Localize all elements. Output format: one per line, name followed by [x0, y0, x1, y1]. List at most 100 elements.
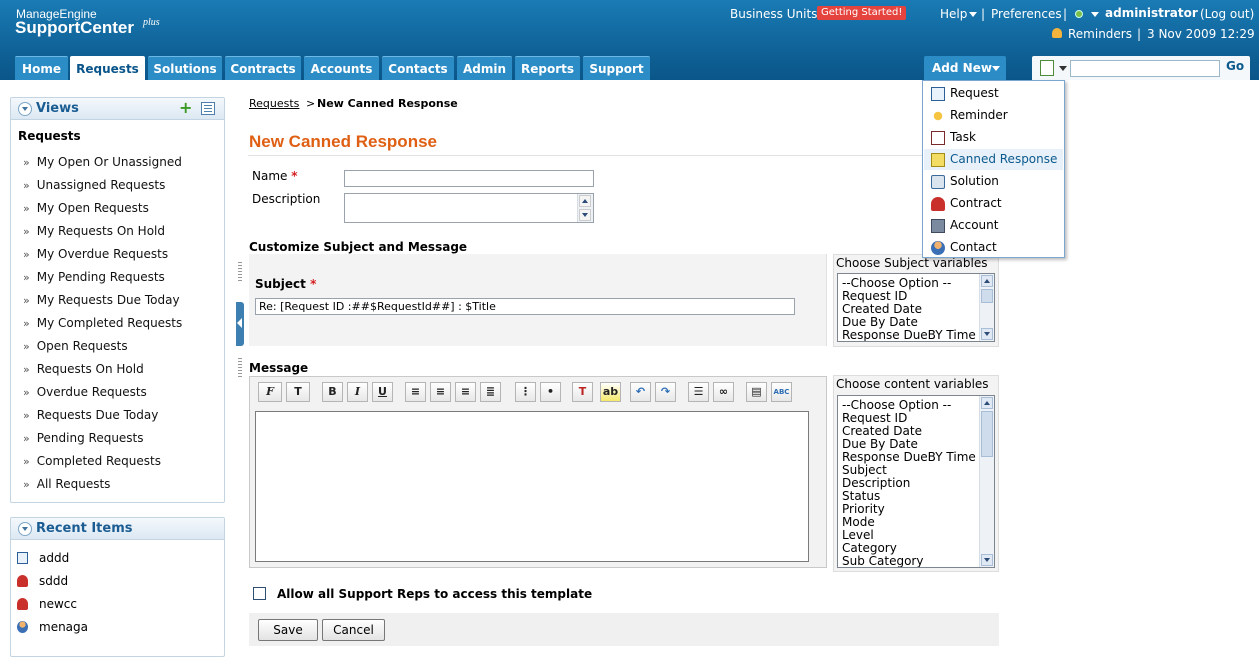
- tab-solutions[interactable]: Solutions: [148, 56, 222, 80]
- collapse-icon[interactable]: [18, 102, 32, 116]
- logout-link[interactable]: (Log out): [1200, 7, 1254, 21]
- cancel-button[interactable]: Cancel: [322, 619, 385, 641]
- view-item[interactable]: » My Requests On Hold: [23, 224, 165, 238]
- undo-icon[interactable]: ↶: [630, 382, 651, 402]
- preferences-link[interactable]: Preferences: [991, 7, 1062, 21]
- add-view-icon[interactable]: +: [179, 100, 192, 116]
- variable-option[interactable]: Response DueBY Time: [842, 329, 976, 342]
- tab-reports[interactable]: Reports: [515, 56, 580, 80]
- font-size-button[interactable]: T: [286, 382, 310, 402]
- breadcrumb-requests-link[interactable]: Requests: [249, 97, 299, 110]
- brand-logo[interactable]: SupportCenter: [15, 18, 134, 38]
- bullet-list-icon[interactable]: •: [540, 382, 561, 402]
- justify-icon[interactable]: ≣: [480, 382, 501, 402]
- add-new-menu-item[interactable]: Request: [924, 83, 1063, 104]
- splitter-grip[interactable]: [238, 358, 242, 378]
- highlight-icon[interactable]: ab: [600, 382, 621, 402]
- horizontal-rule-icon[interactable]: ☰: [688, 382, 709, 402]
- recent-item[interactable]: sddd: [17, 574, 68, 588]
- go-button[interactable]: Go: [1226, 59, 1244, 73]
- view-item[interactable]: » Unassigned Requests: [23, 178, 165, 192]
- view-item[interactable]: » My Pending Requests: [23, 270, 165, 284]
- add-new-menu-item[interactable]: Reminder: [924, 105, 1063, 126]
- add-new-menu-item[interactable]: Account: [924, 215, 1063, 236]
- tab-home[interactable]: Home: [15, 56, 68, 80]
- chevron-right-icon: »: [23, 248, 30, 261]
- getting-started-badge[interactable]: Getting Started!: [817, 6, 907, 20]
- view-item[interactable]: » My Requests Due Today: [23, 293, 180, 307]
- new-document-icon[interactable]: [1040, 60, 1054, 76]
- user-name[interactable]: administrator: [1105, 6, 1198, 20]
- italic-button[interactable]: I: [347, 382, 368, 402]
- business-units-link[interactable]: Business Units: [730, 7, 817, 21]
- user-menu-caret-icon[interactable]: [1091, 12, 1099, 17]
- description-scrollbar[interactable]: [577, 194, 593, 222]
- redo-icon[interactable]: ↷: [655, 382, 676, 402]
- add-new-menu-item[interactable]: Contact: [924, 237, 1063, 258]
- view-item[interactable]: » Completed Requests: [23, 454, 161, 468]
- tab-accounts[interactable]: Accounts: [304, 56, 379, 80]
- variable-option[interactable]: Sub Category: [842, 555, 923, 568]
- subject-variables-list[interactable]: --Choose Option -- Request ID Created Date…: [837, 273, 995, 342]
- tab-support[interactable]: Support: [583, 56, 650, 80]
- view-item[interactable]: » Overdue Requests: [23, 385, 147, 399]
- add-new-menu-item[interactable]: Canned Response: [924, 149, 1063, 170]
- add-new-menu-item[interactable]: Task: [924, 127, 1063, 148]
- collapse-sidebar-icon[interactable]: [236, 302, 244, 346]
- tab-requests[interactable]: Requests: [70, 56, 145, 80]
- subject-input[interactable]: [255, 298, 795, 315]
- reminders-link[interactable]: Reminders: [1068, 27, 1132, 41]
- recent-item[interactable]: addd: [17, 551, 69, 565]
- underline-button[interactable]: U: [372, 382, 393, 402]
- content-variables-list[interactable]: --Choose Option -- Request ID Created Date…: [837, 395, 995, 568]
- tab-contracts[interactable]: Contracts: [225, 56, 301, 80]
- quick-search-input[interactable]: [1070, 60, 1220, 77]
- view-item[interactable]: » My Overdue Requests: [23, 247, 168, 261]
- add-new-menu-item[interactable]: Contract: [924, 193, 1063, 214]
- reminder-icon: [931, 109, 945, 123]
- paste-icon[interactable]: ▤: [746, 382, 767, 402]
- content-variables-scrollbar[interactable]: [979, 396, 994, 567]
- view-item[interactable]: » Pending Requests: [23, 431, 144, 445]
- view-item[interactable]: » All Requests: [23, 477, 110, 491]
- name-input[interactable]: [344, 170, 594, 187]
- add-new-button[interactable]: Add New: [924, 56, 1006, 80]
- recent-item[interactable]: menaga: [17, 620, 88, 634]
- allow-all-checkbox[interactable]: [253, 587, 266, 600]
- view-item[interactable]: » Requests On Hold: [23, 362, 144, 376]
- numbered-list-icon[interactable]: ⋮: [515, 382, 536, 402]
- view-item-label: Pending Requests: [36, 431, 144, 445]
- brand-sup: plus: [143, 17, 160, 28]
- view-item[interactable]: » Requests Due Today: [23, 408, 158, 422]
- description-textarea[interactable]: [344, 193, 594, 223]
- view-item[interactable]: » My Completed Requests: [23, 316, 182, 330]
- view-item[interactable]: » My Open Or Unassigned: [23, 155, 182, 169]
- name-label: Name *: [252, 169, 298, 183]
- manage-views-icon[interactable]: [201, 102, 215, 115]
- quick-create-caret-icon[interactable]: [1059, 66, 1067, 71]
- link-icon[interactable]: ∞: [713, 382, 734, 402]
- bell-icon[interactable]: [1052, 28, 1062, 38]
- help-caret-icon[interactable]: [969, 12, 977, 17]
- view-item[interactable]: » My Open Requests: [23, 201, 149, 215]
- text-color-icon[interactable]: T: [572, 382, 593, 402]
- spell-check-icon[interactable]: ABC: [771, 382, 792, 402]
- align-center-icon[interactable]: ≡: [430, 382, 451, 402]
- collapse-icon[interactable]: [18, 522, 32, 536]
- view-item[interactable]: » Open Requests: [23, 339, 128, 353]
- subject-variables-scrollbar[interactable]: [979, 274, 994, 341]
- splitter-grip[interactable]: [238, 262, 242, 282]
- message-body[interactable]: [255, 411, 809, 562]
- views-panel-header: Views +: [11, 98, 224, 120]
- bold-button[interactable]: B: [322, 382, 343, 402]
- add-new-menu-item[interactable]: Solution: [924, 171, 1063, 192]
- tab-contacts[interactable]: Contacts: [382, 56, 454, 80]
- save-button[interactable]: Save: [258, 619, 318, 641]
- recent-item[interactable]: newcc: [17, 597, 77, 611]
- align-left-icon[interactable]: ≡: [405, 382, 426, 402]
- quick-create-bar: Go: [1032, 56, 1250, 80]
- font-family-button[interactable]: F: [258, 382, 282, 402]
- help-link[interactable]: Help: [940, 7, 967, 21]
- tab-admin[interactable]: Admin: [457, 56, 512, 80]
- align-right-icon[interactable]: ≡: [455, 382, 476, 402]
